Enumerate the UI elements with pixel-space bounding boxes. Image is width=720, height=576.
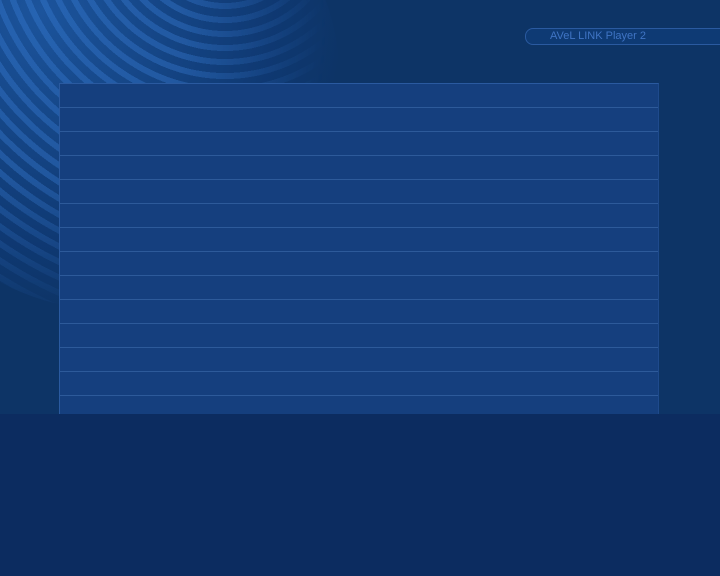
list-item[interactable]	[60, 372, 658, 396]
list-item[interactable]	[60, 276, 658, 300]
bottom-area	[0, 414, 720, 576]
list-item[interactable]	[60, 108, 658, 132]
list-item[interactable]	[60, 348, 658, 372]
list-item[interactable]	[60, 324, 658, 348]
list-item[interactable]	[60, 300, 658, 324]
list-item[interactable]	[60, 180, 658, 204]
app-title: AVeL LINK Player 2	[550, 30, 646, 42]
playlist-panel	[59, 83, 659, 420]
list-item[interactable]	[60, 84, 658, 108]
app-title-bar: AVeL LINK Player 2	[525, 28, 720, 45]
list-item[interactable]	[60, 204, 658, 228]
list-item[interactable]	[60, 132, 658, 156]
list-item[interactable]	[60, 156, 658, 180]
list-item[interactable]	[60, 228, 658, 252]
list-item[interactable]	[60, 252, 658, 276]
